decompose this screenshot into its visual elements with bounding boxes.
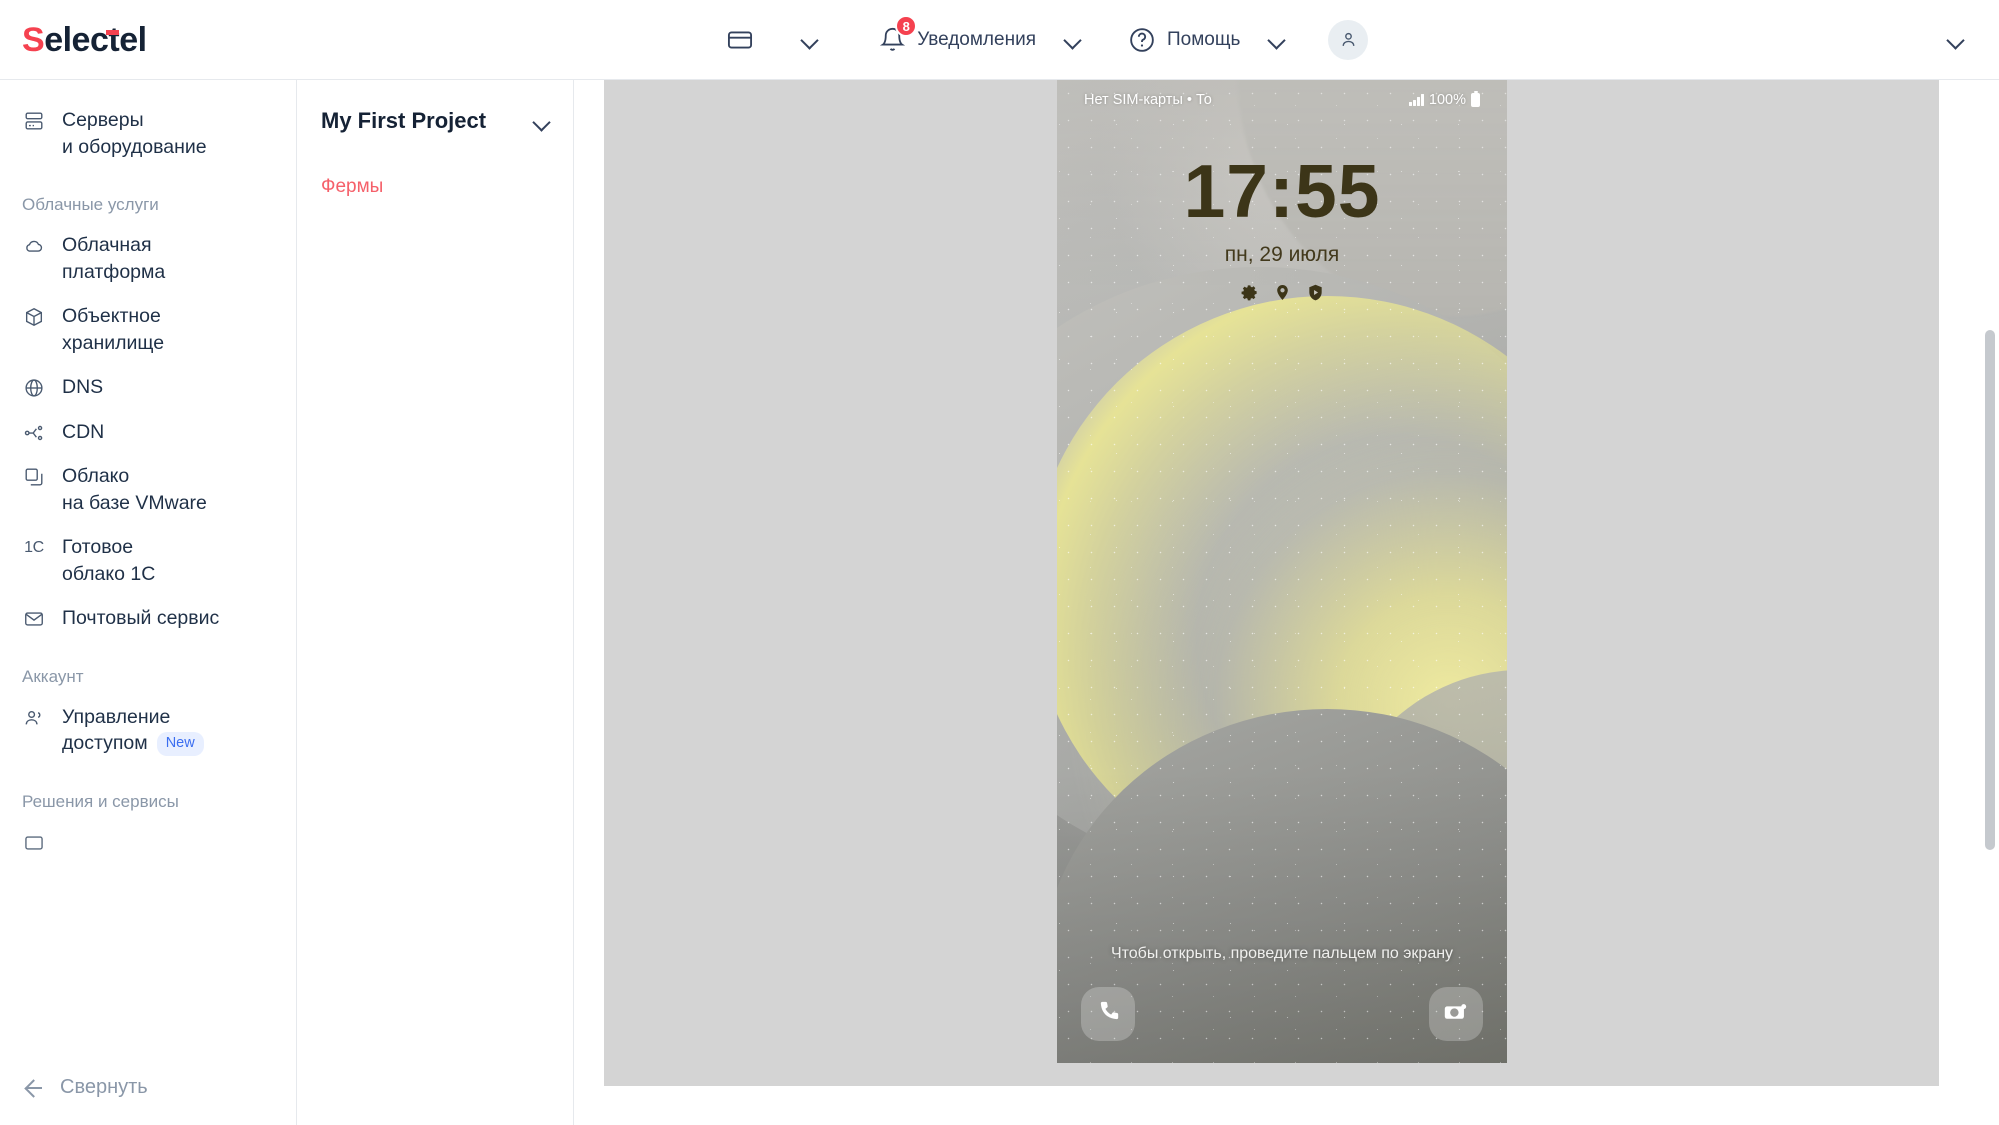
- notifications-chevron-down-icon: [1065, 32, 1080, 47]
- box-icon: [22, 306, 46, 328]
- 1c-icon: 1C: [24, 539, 44, 557]
- sidebar-section-solutions: Решения и сервисы: [22, 791, 179, 811]
- sidebar-item-label: Облачная платформа: [62, 234, 166, 283]
- app-body: Серверы и оборудование Облачные услуги О…: [0, 80, 1999, 1125]
- sidebar-item-1c-cloud[interactable]: 1C Готовое облако 1С: [0, 525, 296, 596]
- lockscreen-hint: Чтобы открыть, проведите пальцем по экра…: [1110, 945, 1454, 962]
- battery-percent-label: 100%: [1428, 92, 1466, 108]
- logo-letters-el: el: [119, 20, 147, 59]
- question-circle-icon: [1128, 26, 1156, 54]
- sidebar-item-partially-hidden[interactable]: [0, 820, 296, 865]
- sidebar-item-cdn[interactable]: CDN: [0, 410, 296, 455]
- phone-lockscreen-screenshot: Нет SIM-карты • То 100% 17:55 пн, 29 июл…: [1057, 80, 1507, 1063]
- new-badge: New: [156, 732, 204, 756]
- sidebar-item-label: Облако на базе VMware: [62, 465, 207, 514]
- help-menu[interactable]: Помощь: [1128, 26, 1284, 54]
- main-content: Нет SIM-карты • То 100% 17:55 пн, 29 июл…: [574, 80, 1999, 1125]
- project-title: My First Project: [321, 108, 487, 133]
- sidebar-item-text: Управление доступом: [62, 705, 171, 755]
- users-icon: [22, 707, 46, 729]
- logo-letters-elec: elec: [44, 20, 109, 59]
- lockscreen-time: 17:55: [1183, 149, 1381, 233]
- gear-icon: [1240, 283, 1259, 307]
- project-selector[interactable]: My First Project: [297, 108, 573, 134]
- lockscreen-widget-icons: [1057, 283, 1507, 307]
- project-panel: My First Project Фермы: [297, 80, 574, 1125]
- sidebar-item-label: CDN: [62, 420, 105, 443]
- main-scrollbar-thumb[interactable]: [1985, 330, 1995, 850]
- globe-icon: [22, 377, 46, 399]
- sidebar-item-servers[interactable]: Серверы и оборудование: [0, 98, 296, 169]
- project-link-farms[interactable]: Фермы: [297, 176, 573, 198]
- sidebar-item-object-storage[interactable]: Объектное хранилище: [0, 294, 296, 365]
- sidebar-item-label: [62, 829, 67, 856]
- sidebar-item-cloud-platform[interactable]: Облачная платформа: [0, 223, 296, 294]
- sidebar-item-dns[interactable]: DNS: [0, 365, 296, 410]
- sidebar: Серверы и оборудование Облачные услуги О…: [0, 80, 297, 1125]
- user-icon: [1339, 30, 1358, 49]
- preview-canvas: Нет SIM-карты • То 100% 17:55 пн, 29 июл…: [604, 80, 1939, 1086]
- phone-shortcut-camera[interactable]: [1429, 987, 1483, 1041]
- sidebar-item-label: Серверы и оборудование: [62, 109, 207, 158]
- sidebar-collapse-label: Свернуть: [60, 1076, 148, 1098]
- top-header: Selec t el 8 Уведомления Помощь: [0, 0, 1999, 80]
- camera-icon: [1442, 998, 1470, 1031]
- sidebar-section-account: Аккаунт: [22, 666, 84, 686]
- account-chevron-down-icon[interactable]: [1948, 32, 1963, 47]
- phone-status-bar: Нет SIM-карты • То 100%: [1057, 90, 1507, 108]
- mail-icon: [22, 608, 46, 630]
- notifications-menu[interactable]: 8 Уведомления: [879, 15, 1080, 53]
- sidebar-item-label: Почтовый сервис: [62, 607, 220, 630]
- credit-card-icon: [726, 26, 754, 54]
- sidebar-item-vmware-cloud[interactable]: Облако на базе VMware: [0, 454, 296, 525]
- bell-icon: 8: [879, 15, 918, 53]
- avatar[interactable]: [1328, 19, 1369, 60]
- logo-letter-t: t: [106, 20, 120, 59]
- app-root: Selec t el 8 Уведомления Помощь Серверы …: [0, 0, 1999, 1125]
- server-icon: [22, 110, 46, 132]
- sidebar-item-access-management[interactable]: Управление доступом New: [0, 695, 296, 766]
- phone-shortcut-dialer[interactable]: [1081, 987, 1135, 1041]
- battery-full-icon: [1471, 90, 1480, 107]
- project-chevron-down-icon: [534, 114, 549, 129]
- cloud-icon: [22, 235, 46, 257]
- signal-bars-icon: [1409, 94, 1424, 106]
- selectel-logo[interactable]: Selec t el: [22, 23, 147, 57]
- arrow-left-icon: [22, 1076, 45, 1099]
- billing-chevron-down-icon: [802, 32, 817, 47]
- sidebar-item-label: Объектное хранилище: [62, 305, 165, 354]
- layers-icon: [22, 466, 46, 488]
- card-icon: [22, 832, 46, 854]
- status-right-group: 100%: [1409, 90, 1480, 108]
- carrier-label: Нет SIM-карты • То: [1084, 92, 1212, 108]
- notifications-badge: 8: [895, 15, 918, 37]
- main-scrollbar-track[interactable]: [1985, 150, 1995, 870]
- lockscreen-clock-block: 17:55 пн, 29 июля: [1057, 154, 1507, 307]
- network-icon: [22, 422, 46, 444]
- sidebar-item-label: Готовое облако 1С: [62, 536, 156, 585]
- lockscreen-date: пн, 29 июля: [1224, 243, 1340, 266]
- phone-icon: [1095, 999, 1121, 1030]
- sidebar-scroll: Серверы и оборудование Облачные услуги О…: [0, 80, 296, 864]
- location-pin-icon: [1273, 283, 1292, 307]
- shield-play-icon: [1306, 283, 1325, 307]
- notifications-label: Уведомления: [917, 28, 1036, 50]
- help-chevron-down-icon: [1269, 32, 1284, 47]
- sidebar-section-cloud-services: Облачные услуги: [22, 195, 159, 215]
- sidebar-item-mail-service[interactable]: Почтовый сервис: [0, 596, 296, 641]
- billing-menu[interactable]: [726, 26, 817, 54]
- sidebar-collapse-button[interactable]: Свернуть: [0, 1054, 296, 1125]
- sidebar-item-label: Управление доступом New: [62, 704, 204, 757]
- sidebar-item-label: DNS: [62, 376, 104, 399]
- logo-letter-s: S: [22, 20, 45, 59]
- help-label: Помощь: [1166, 28, 1241, 50]
